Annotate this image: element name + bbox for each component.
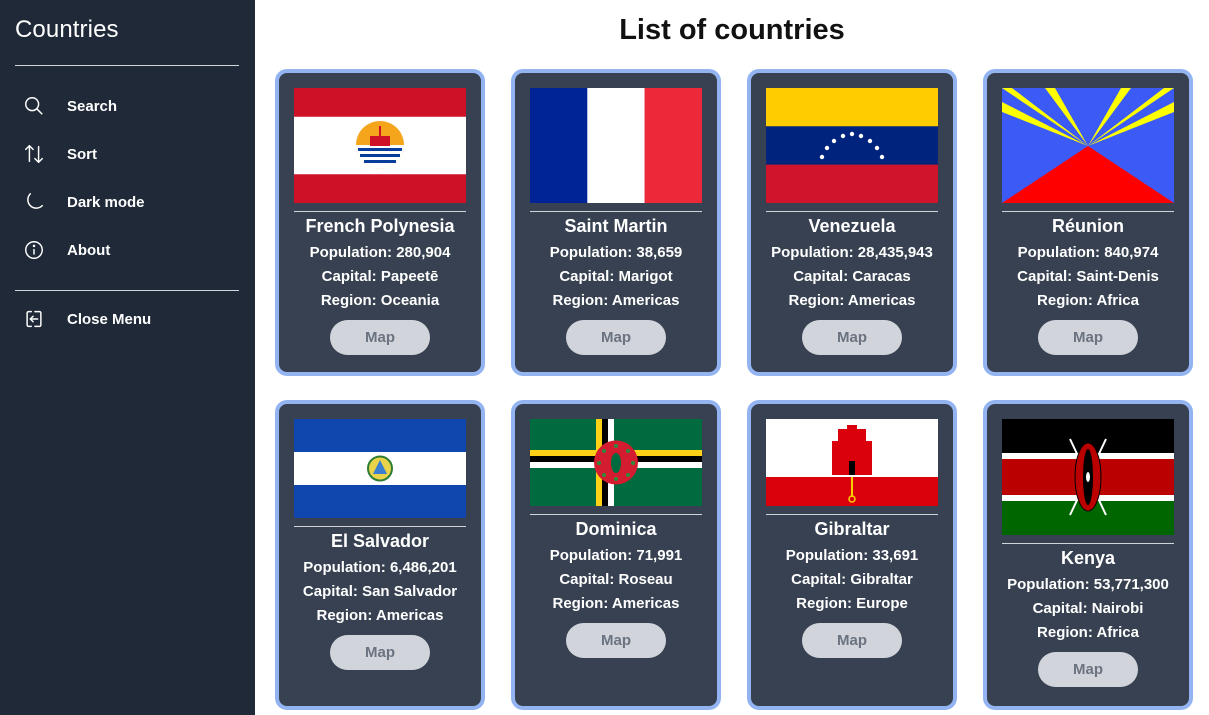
map-button[interactable]: Map [1038,320,1138,355]
page-title: List of countries [619,14,845,46]
card-divider [766,211,938,212]
reunion-flag [1002,88,1174,203]
sidebar-item-label: Sort [67,145,97,163]
map-button[interactable]: Map [802,320,902,355]
capital-text: Capital: Caracas [793,268,911,285]
country-name: Venezuela [808,216,896,236]
country-name: French Polynesia [305,216,455,236]
country-name: Dominica [575,519,657,539]
map-button[interactable]: Map [566,623,666,658]
sidebar-item-about[interactable]: About [15,232,239,268]
sidebar-item-search[interactable]: Search [15,88,239,124]
population-text: Population: 38,659 [549,244,683,261]
logout-icon [15,301,55,337]
region-text: Region: Africa [1037,624,1139,641]
french-polynesia-flag [294,88,466,203]
venezuela-flag [766,88,938,203]
sidebar-divider [15,290,239,291]
sidebar-item-label: Search [67,97,118,115]
capital-text: Capital: Papeetē [321,268,439,285]
sidebar-item-close-menu[interactable]: Close Menu [15,301,239,337]
card-divider [294,526,466,527]
sidebar-item-sort[interactable]: Sort [15,136,239,172]
country-name: El Salvador [330,531,430,551]
region-text: Region: Europe [796,595,908,612]
map-button[interactable]: Map [330,320,430,355]
card-divider [1002,543,1174,544]
map-button[interactable]: Map [802,623,902,658]
country-card: El Salvador Population: 6,486,201 Capita… [275,400,485,710]
capital-text: Capital: Gibraltar [791,571,913,588]
country-card: Gibraltar Population: 33,691 Capital: Gi… [747,400,957,710]
region-text: Region: Americas [552,595,680,612]
card-divider [1002,211,1174,212]
kenya-flag [1002,419,1174,535]
gibraltar-flag [766,419,938,506]
map-button[interactable]: Map [1038,652,1138,687]
moon-icon [15,184,55,220]
population-text: Population: 6,486,201 [303,559,457,576]
card-divider [530,211,702,212]
population-text: Population: 33,691 [785,547,919,564]
search-icon [15,88,55,124]
capital-text: Capital: Roseau [559,571,673,588]
map-button[interactable]: Map [330,635,430,670]
saint-martin-flag [530,88,702,203]
country-card: Réunion Population: 840,974 Capital: Sai… [983,69,1193,376]
sidebar-item-dark-mode[interactable]: Dark mode [15,184,239,220]
sidebar-item-label: Close Menu [67,310,152,328]
app: Countries Search Sort Dark mode About Cl… [0,0,1209,715]
population-text: Population: 280,904 [309,244,451,261]
card-divider [530,514,702,515]
region-text: Region: Americas [788,292,916,309]
country-name: Réunion [1052,216,1124,236]
population-text: Population: 28,435,943 [771,244,933,261]
info-icon [15,232,55,268]
country-name: Kenya [1060,548,1116,568]
country-card: French Polynesia Population: 280,904 Cap… [275,69,485,376]
country-card: Dominica Population: 71,991 Capital: Ros… [511,400,721,710]
country-card: Kenya Population: 53,771,300 Capital: Na… [983,400,1193,710]
sidebar: Countries Search Sort Dark mode About Cl… [0,0,255,715]
country-name: Saint Martin [564,216,668,236]
region-text: Region: Americas [552,292,680,309]
region-text: Region: Africa [1037,292,1139,309]
map-button[interactable]: Map [566,320,666,355]
card-divider [294,211,466,212]
country-card: Venezuela Population: 28,435,943 Capital… [747,69,957,376]
sort-icon [15,136,55,172]
sidebar-item-label: Dark mode [67,193,145,211]
sidebar-item-label: About [67,241,111,259]
sidebar-divider [15,65,239,66]
capital-text: Capital: Nairobi [1032,600,1144,617]
population-text: Population: 53,771,300 [1007,576,1169,593]
sidebar-title: Countries [15,16,119,43]
dominica-flag [530,419,702,506]
capital-text: Capital: San Salvador [302,583,458,600]
country-name: Gibraltar [814,519,890,539]
region-text: Region: Oceania [320,292,440,309]
card-divider [766,514,938,515]
population-text: Population: 840,974 [1017,244,1159,261]
region-text: Region: Americas [316,607,444,624]
el-salvador-flag [294,419,466,518]
country-card: Saint Martin Population: 38,659 Capital:… [511,69,721,376]
capital-text: Capital: Saint-Denis [1017,268,1159,285]
population-text: Population: 71,991 [549,547,683,564]
capital-text: Capital: Marigot [559,268,673,285]
